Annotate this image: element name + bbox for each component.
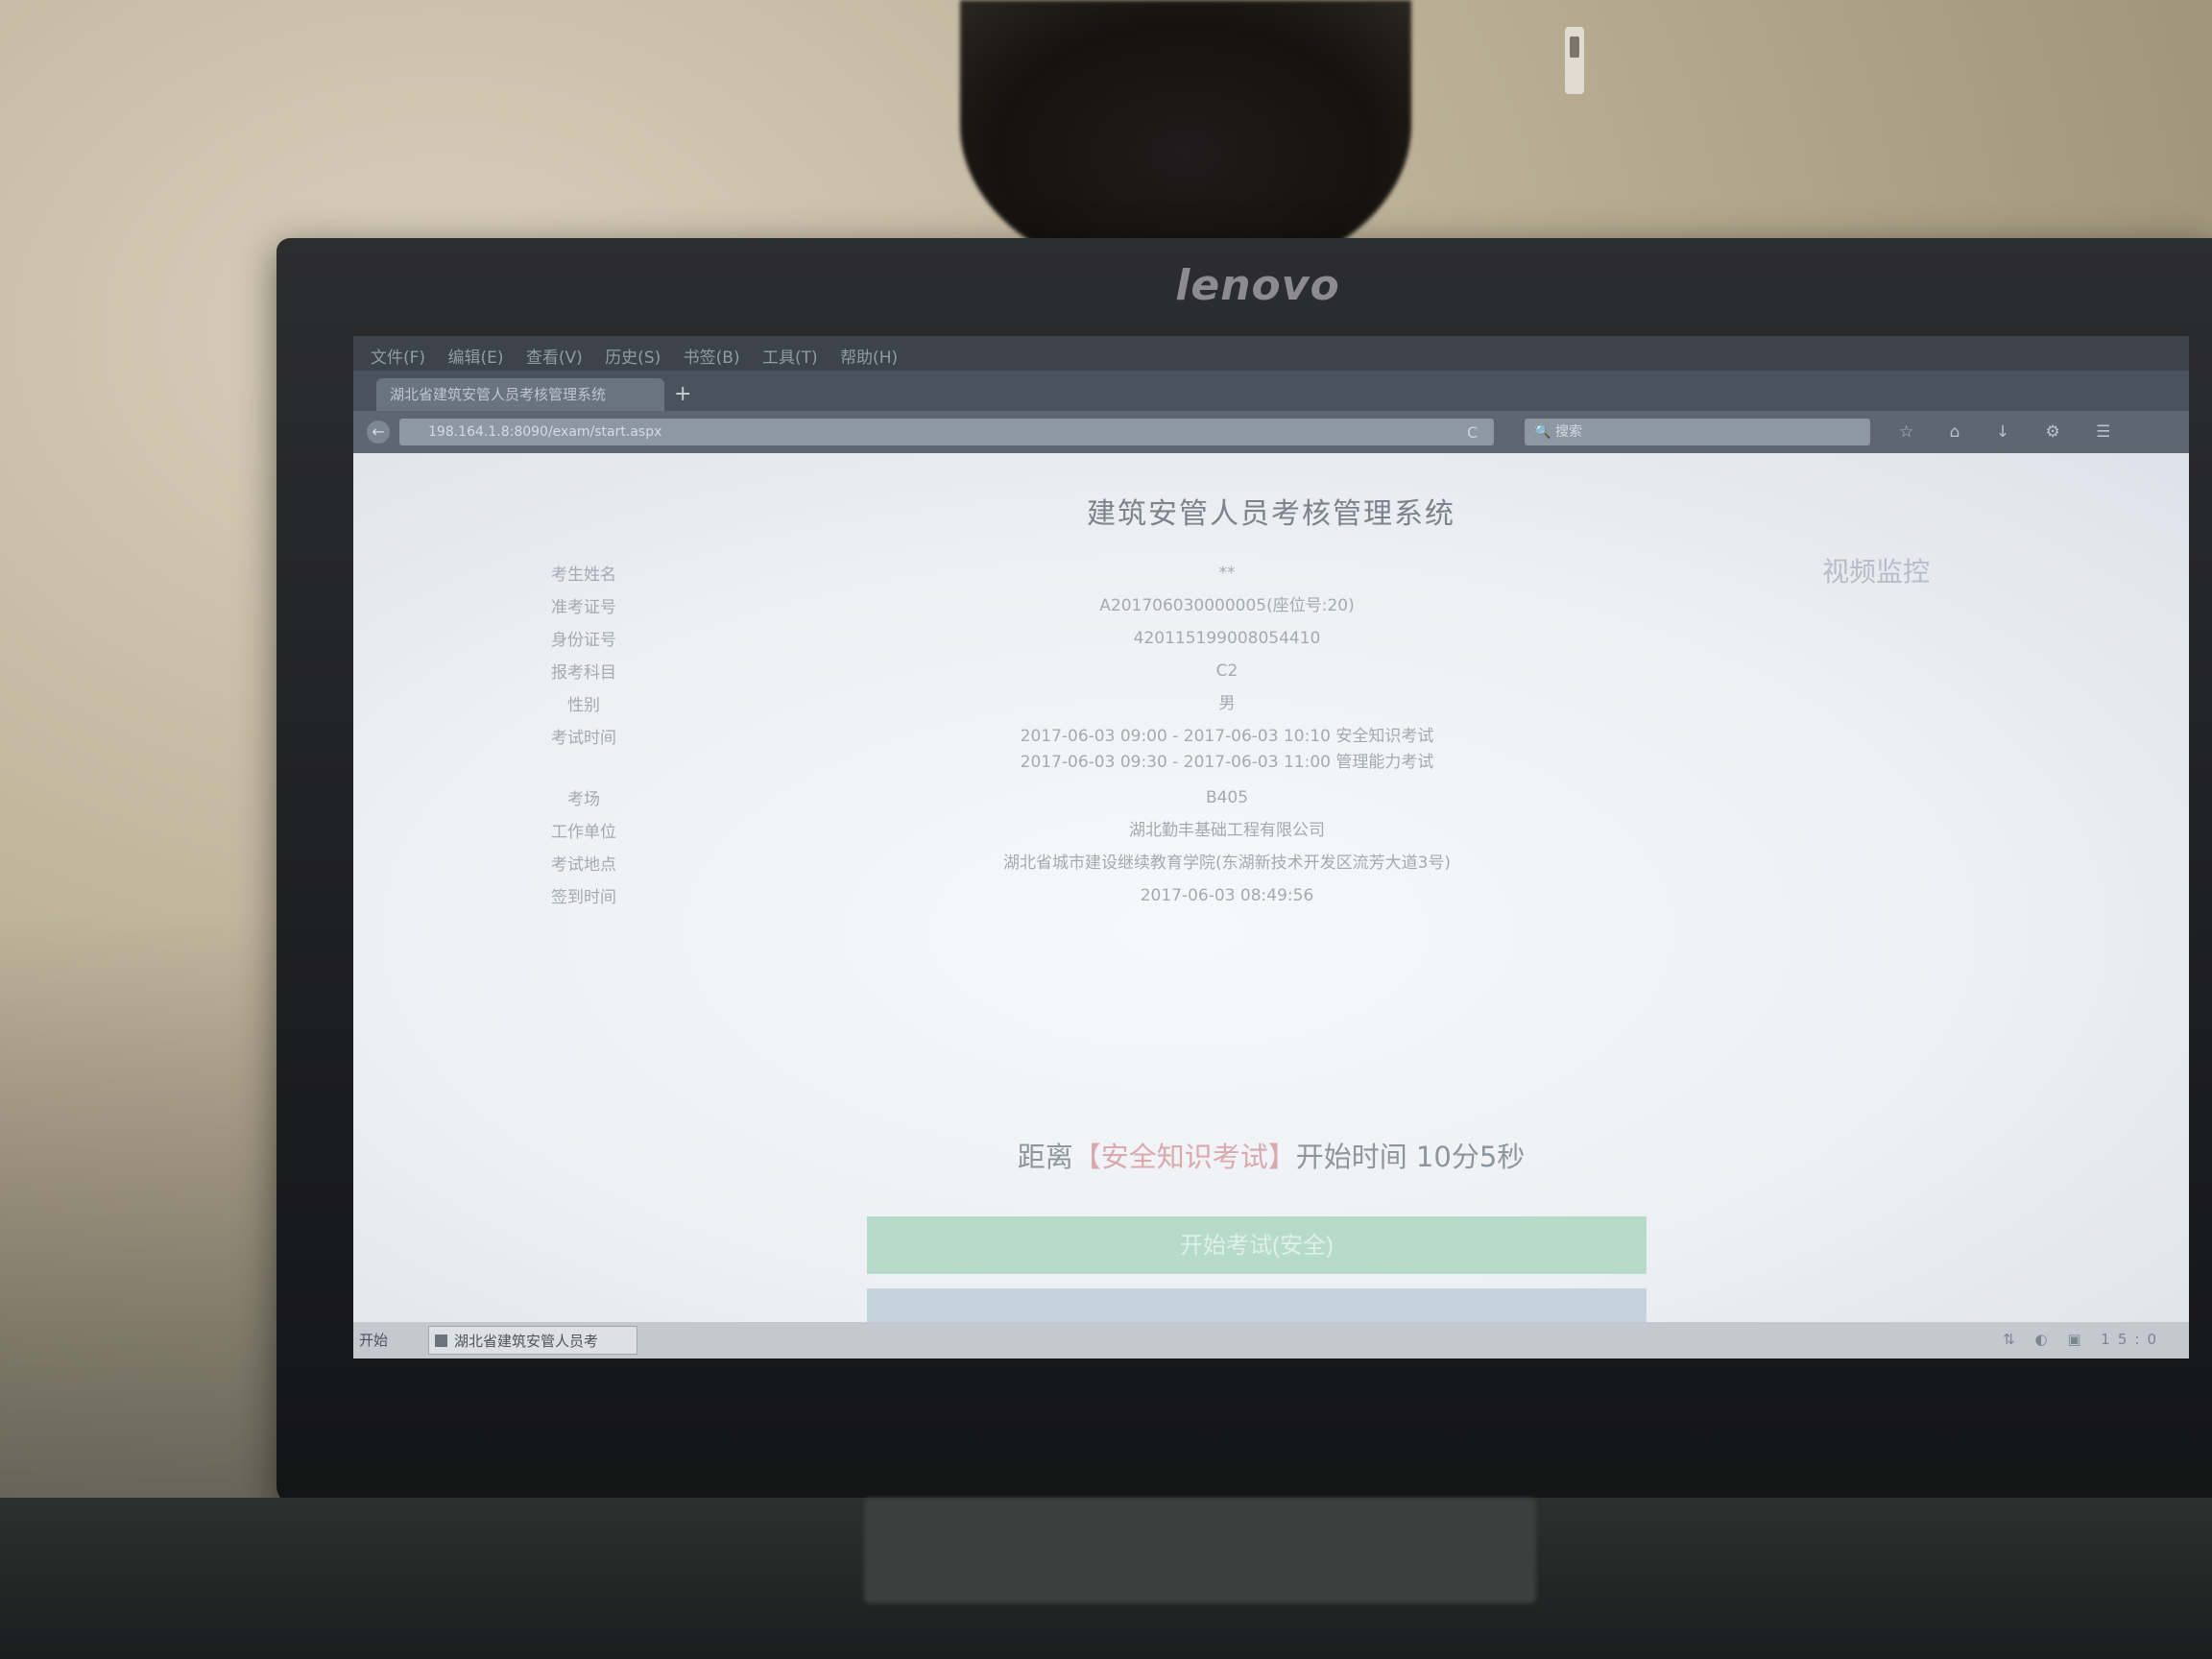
search-input[interactable]: 🔍 搜索 — [1525, 419, 1870, 445]
browser-tabbar: 湖北省建筑安管人员考核管理系统 + — [353, 371, 2189, 411]
address-bar[interactable]: 198.164.1.8:8090/exam/start.aspx — [399, 419, 1494, 445]
field-value: 湖北勤丰基础工程有限公司 — [1129, 821, 1325, 840]
field-value: B405 — [1205, 788, 1249, 807]
wall-hook — [1565, 27, 1584, 94]
page-title: 建筑安管人员考核管理系统 — [1087, 497, 1455, 531]
field-label: 考生姓名 — [551, 565, 616, 585]
field-value: 男 — [1218, 694, 1236, 713]
search-placeholder: 搜索 — [1555, 424, 1582, 440]
field-value: 湖北省城市建设继续教育学院(东湖新技术开发区流芳大道3号) — [1002, 854, 1452, 873]
os-taskbar: 开始 湖北省建筑安管人员考 ⇅ ◐ ▣ 15:0 — [353, 1322, 2189, 1358]
field-value: A201706030000005(座位号:20) — [1099, 596, 1355, 615]
browser-tab-active[interactable]: 湖北省建筑安管人员考核管理系统 — [376, 378, 664, 411]
menu-history[interactable]: 历史(S) — [605, 344, 661, 368]
field-value: 420115199008054410 — [1133, 629, 1321, 648]
system-tray[interactable]: ⇅ ◐ ▣ 15:0 — [2003, 1331, 2164, 1348]
toolbar-icons[interactable]: ☆ ⌂ ↓ ⚙ ☰ — [1899, 422, 2126, 442]
reload-icon[interactable]: C — [1467, 423, 1478, 442]
browser-menubar: 文件(F) 编辑(E) 查看(V) 历史(S) 书签(B) 工具(T) 帮助(H… — [353, 336, 2189, 371]
field-label: 性别 — [567, 696, 600, 715]
field-label: 身份证号 — [551, 631, 616, 650]
taskbar-item-label: 湖北省建筑安管人员考 — [454, 1333, 599, 1350]
start-button[interactable]: 开始 — [359, 1330, 388, 1350]
monitor-stand — [864, 1498, 1536, 1603]
browser-navbar: ← 198.164.1.8:8090/exam/start.aspx C 🔍 搜… — [353, 411, 2189, 453]
video-monitor-link[interactable]: 视频监控 — [1822, 551, 1930, 589]
search-icon: 🔍 — [1534, 424, 1551, 440]
field-label: 准考证号 — [551, 598, 616, 617]
menu-bookmarks[interactable]: 书签(B) — [684, 344, 740, 368]
field-value: 2017-06-03 09:00 - 2017-06-03 10:10 安全知识… — [824, 724, 1630, 776]
start-exam-button[interactable]: 开始考试(安全) — [867, 1216, 1647, 1274]
countdown-suffix: 开始时间 10分5秒 — [1295, 1141, 1526, 1173]
person-head-silhouette — [960, 0, 1411, 278]
field-label: 考场 — [567, 790, 600, 809]
menu-edit[interactable]: 编辑(E) — [447, 344, 503, 368]
back-arrow-icon[interactable]: ← — [367, 421, 390, 444]
countdown-text: 距离【安全知识考试】开始时间 10分5秒 — [353, 1135, 2189, 1175]
field-label: 签到时间 — [551, 888, 616, 907]
menu-file[interactable]: 文件(F) — [371, 344, 425, 368]
field-value: 2017-06-03 08:49:56 — [1140, 886, 1314, 905]
field-value: ** — [1218, 564, 1236, 583]
new-tab-button[interactable]: + — [674, 382, 691, 406]
exam-time-line-1: 2017-06-03 09:00 - 2017-06-03 10:10 安全知识… — [1020, 727, 1434, 746]
exam-time-line-2: 2017-06-03 09:30 - 2017-06-03 11:00 管理能力… — [1020, 753, 1434, 772]
field-label: 工作单位 — [551, 823, 616, 842]
menu-tools[interactable]: 工具(T) — [762, 344, 818, 368]
field-label: 考试时间 — [551, 729, 616, 748]
field-label: 考试地点 — [551, 855, 616, 875]
monitor-brand-logo: lenovo — [1175, 261, 1340, 310]
countdown-prefix: 距离 — [1017, 1141, 1073, 1173]
exam-page: 建筑安管人员考核管理系统 视频监控 考生姓名 ** 准考证号 A20170603… — [353, 453, 2189, 1346]
field-label: 报考科目 — [551, 663, 616, 683]
menu-view[interactable]: 查看(V) — [526, 344, 583, 368]
taskbar-item-browser[interactable]: 湖北省建筑安管人员考 — [428, 1326, 637, 1355]
field-value: C2 — [1215, 661, 1238, 681]
browser-icon — [435, 1334, 447, 1347]
monitor-screen: 文件(F) 编辑(E) 查看(V) 历史(S) 书签(B) 工具(T) 帮助(H… — [353, 336, 2189, 1358]
menu-help[interactable]: 帮助(H) — [840, 344, 898, 368]
countdown-exam-name: 【安全知识考试】 — [1072, 1141, 1296, 1173]
